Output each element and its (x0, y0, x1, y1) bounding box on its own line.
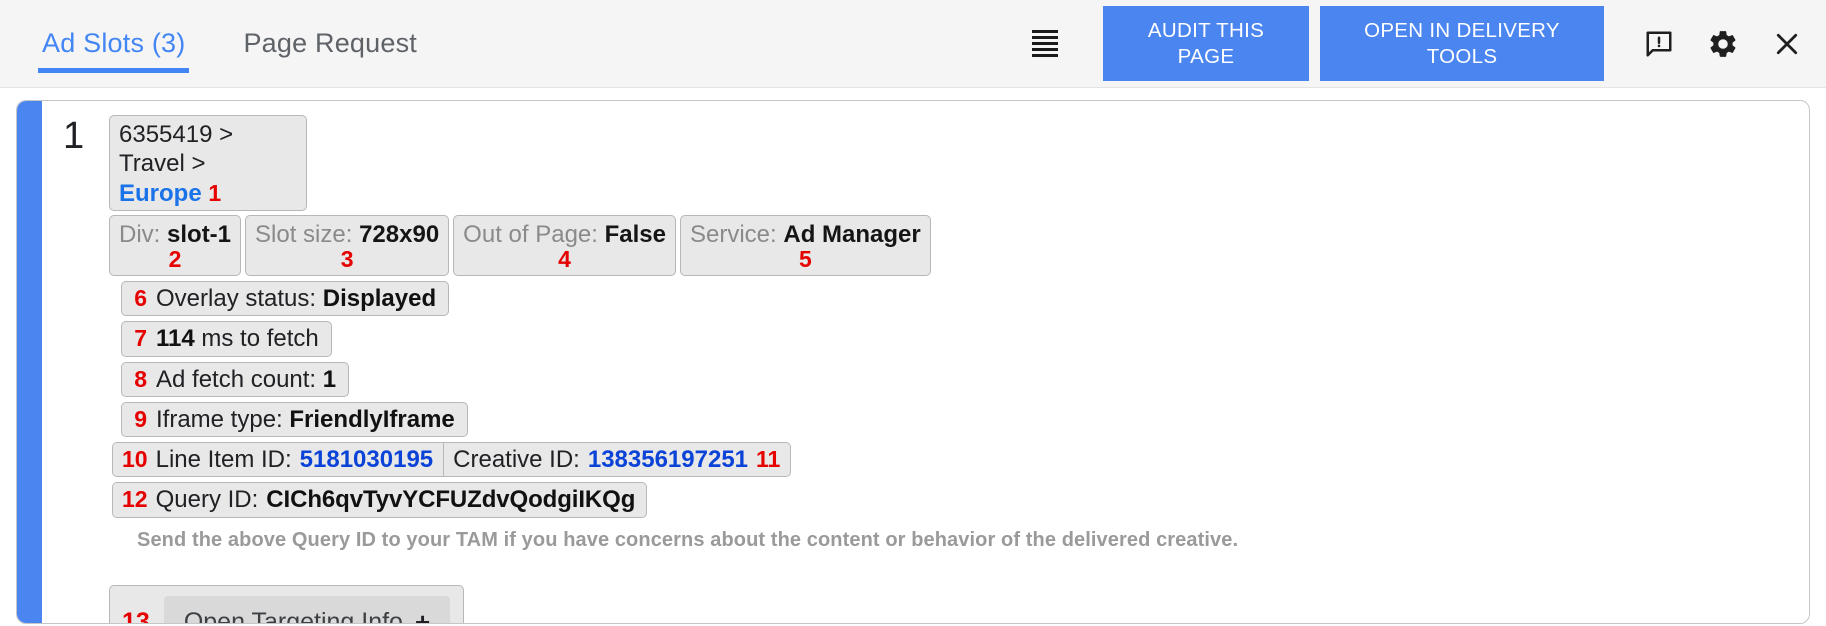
badge-7: 7 (131, 324, 147, 352)
attribute-slot-size: Slot size: 728x90 3 (245, 215, 449, 276)
badge-10: 10 (122, 445, 148, 473)
stat-fetch-count-text: Ad fetch count: 1 (156, 365, 336, 394)
stat-row-fetch-count: 8 Ad fetch count: 1 (121, 362, 1809, 397)
badge-2: 2 (110, 245, 240, 273)
badge-12: 12 (122, 485, 148, 513)
feedback-icon[interactable] (1642, 27, 1676, 61)
id-row: 10 Line Item ID: 5181030195 Creative ID:… (112, 442, 1809, 477)
stat-overlay-status-text: Overlay status: Displayed (156, 284, 436, 313)
badge-5: 5 (681, 245, 930, 273)
attribute-out-of-page-label: Out of Page: (463, 221, 598, 248)
slot-index: 1 (63, 117, 84, 155)
creative-id-value[interactable]: 138356197251 (588, 445, 748, 474)
badge-4: 4 (454, 245, 675, 273)
audit-this-page-button[interactable]: AUDIT THIS PAGE (1103, 6, 1309, 81)
breadcrumb-row: 6355419 > Travel > Europe 1 (109, 115, 1809, 211)
plus-icon: + (415, 607, 430, 624)
badge-6: 6 (131, 284, 147, 312)
stat-fetch-time: 7 114 ms to fetch (121, 321, 332, 356)
attribute-div-label: Div: (119, 221, 160, 248)
tab-page-request[interactable]: Page Request (239, 0, 421, 87)
gear-icon[interactable] (1706, 27, 1740, 61)
query-id-row: 12 Query ID: CICh6qvTyvYCFUZdvQodgiIKQg (112, 482, 1809, 517)
tab-ad-slots[interactable]: Ad Slots (3) (38, 0, 189, 87)
stat-row-iframe-type: 9 Iframe type: FriendlyIframe (121, 402, 1809, 437)
hamburger-bar (1032, 42, 1058, 45)
attribute-div-value: slot-1 (167, 221, 231, 248)
hamburger-bar (1032, 48, 1058, 51)
attribute-out-of-page: Out of Page: False 4 (453, 215, 676, 276)
hamburger-icon[interactable] (1013, 0, 1077, 87)
attribute-out-of-page-value: False (605, 221, 666, 248)
ad-slot-card: 1 6355419 > Travel > Europe 1 Div: slot-… (16, 100, 1810, 624)
breadcrumb-leaf[interactable]: Europe (119, 180, 202, 207)
header-icon-group (1604, 0, 1826, 87)
hamburger-bar (1032, 54, 1058, 57)
stat-row-fetch-time: 7 114 ms to fetch (121, 321, 1809, 356)
badge-1: 1 (208, 180, 221, 206)
stat-iframe-type: 9 Iframe type: FriendlyIframe (121, 402, 468, 437)
line-item-id-label: Line Item ID: (156, 445, 292, 474)
creative-id-label: Creative ID: (453, 445, 580, 474)
breadcrumb[interactable]: 6355419 > Travel > Europe 1 (109, 115, 307, 211)
attribute-slot-size-label: Slot size: (255, 221, 352, 248)
slot-rows: 6355419 > Travel > Europe 1 Div: slot-1 … (109, 115, 1809, 624)
attribute-slot-size-value: 728x90 (359, 221, 439, 248)
stat-overlay-status: 6 Overlay status: Displayed (121, 281, 449, 316)
attribute-service-label: Service: (690, 221, 777, 248)
attribute-service-value: Ad Manager (783, 221, 920, 248)
badge-9: 9 (131, 405, 147, 433)
query-id-hint: Send the above Query ID to your TAM if y… (137, 529, 1809, 552)
attribute-service: Service: Ad Manager 5 (680, 215, 931, 276)
query-id-label: Query ID: (156, 485, 259, 514)
open-targeting-info-button[interactable]: Open Targeting Info + (164, 596, 450, 624)
tab-page-request-label: Page Request (243, 28, 417, 59)
query-id-value[interactable]: CICh6qvTyvYCFUZdvQodgiIKQg (266, 485, 635, 514)
stat-fetch-count: 8 Ad fetch count: 1 (121, 362, 349, 397)
open-in-delivery-tools-button[interactable]: OPEN IN DELIVERY TOOLS (1320, 6, 1604, 81)
badge-3: 3 (246, 245, 448, 273)
badge-11: 11 (756, 445, 780, 473)
targeting-wrapper: 13 Open Targeting Info + (109, 585, 464, 624)
hamburger-bar (1032, 36, 1058, 39)
attribute-div: Div: slot-1 2 (109, 215, 241, 276)
attribute-row: Div: slot-1 2 Slot size: 728x90 3 Out of… (109, 215, 1809, 276)
badge-13: 13 (122, 608, 150, 624)
query-id-chip: 12 Query ID: CICh6qvTyvYCFUZdvQodgiIKQg (112, 482, 647, 517)
stat-fetch-time-text: 114 ms to fetch (156, 324, 319, 353)
tab-bar: Ad Slots (3) Page Request (0, 0, 471, 87)
app-header: Ad Slots (3) Page Request AUDIT THIS PAG… (0, 0, 1826, 88)
hamburger-bars (1032, 30, 1058, 57)
line-item-id-value[interactable]: 5181030195 (300, 445, 433, 474)
stat-iframe-type-text: Iframe type: FriendlyIframe (156, 405, 455, 434)
open-targeting-info-label: Open Targeting Info (184, 608, 403, 624)
targeting-row: 13 Open Targeting Info + (109, 552, 1809, 624)
stat-row-overlay-status: 6 Overlay status: Displayed (121, 281, 1809, 316)
close-icon[interactable] (1770, 27, 1804, 61)
creative-id-chip: Creative ID: 138356197251 11 (443, 442, 791, 477)
breadcrumb-path: 6355419 > Travel > (119, 121, 233, 177)
line-item-id-chip: 10 Line Item ID: 5181030195 (112, 442, 443, 477)
header-spacer (471, 0, 1013, 87)
hamburger-bar (1032, 30, 1058, 33)
slot-body: 1 6355419 > Travel > Europe 1 Div: slot-… (17, 101, 1809, 624)
badge-8: 8 (131, 365, 147, 393)
tab-ad-slots-label: Ad Slots (3) (42, 28, 185, 59)
